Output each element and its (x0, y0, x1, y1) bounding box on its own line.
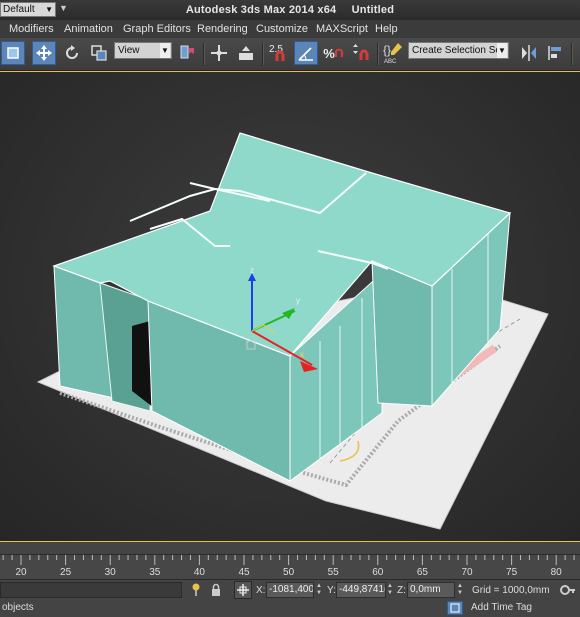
manipulate-icon (211, 45, 227, 61)
gizmo-x-label: x (300, 350, 304, 359)
svg-text:{}: {} (383, 43, 391, 57)
align-button[interactable] (544, 41, 568, 65)
title-bar: Default ▼ ▼ Autodesk 3ds Max 2014 x64 Un… (0, 0, 580, 21)
isolate-selection-toggle[interactable] (210, 583, 222, 600)
track-bar-ruler (2, 555, 575, 565)
toolbar-separator (377, 43, 379, 65)
abc-label: ABC (384, 59, 397, 65)
named-selection-icon: {} ABC (383, 43, 402, 65)
angle-snap-icon (298, 47, 313, 61)
lock-icon (212, 583, 220, 596)
align-icon (548, 46, 561, 60)
select-object-button[interactable] (1, 41, 25, 65)
spinner-snap-icon (353, 44, 369, 60)
use-pivot-center-button[interactable] (175, 41, 199, 65)
key-icon (560, 585, 575, 595)
main-toolbar: View ▼ 2.5 % {} ABC Create Selection Se (0, 38, 580, 71)
mirror-button[interactable] (517, 41, 541, 65)
menu-bar: Modifiers Animation Graph Editors Render… (0, 20, 580, 39)
grid-size-readout: Grid = 1000,0mm (472, 585, 550, 596)
percent-snap-label: % (323, 45, 335, 61)
absolute-mode-transform-button[interactable] (234, 581, 252, 599)
x-coord-spinner[interactable]: ▲ ▼ (316, 583, 324, 597)
keyboard-shortcut-override-button[interactable] (234, 41, 258, 65)
perspective-viewport[interactable]: z y x (0, 71, 580, 542)
z-coord-field[interactable]: 0,0mm (407, 582, 455, 598)
viewport-scene: z y x (36, 132, 549, 530)
menu-help[interactable]: Help (375, 23, 398, 35)
percent-snap-toggle-button[interactable]: % (321, 41, 345, 65)
select-and-rotate-button[interactable] (60, 41, 84, 65)
chevron-down-icon: ▼ (160, 43, 170, 58)
select-object-icon (7, 47, 19, 59)
named-selection-set-dropdown[interactable]: Create Selection Se ▼ (408, 42, 509, 59)
chevron-down-icon: ▼ (497, 43, 507, 58)
toolbar-separator (203, 43, 205, 65)
keyboard-override-icon (239, 46, 253, 60)
toolbar-separator (571, 43, 573, 65)
z-coord-spinner[interactable]: ▲ ▼ (457, 583, 465, 597)
maxscript-listener-mini[interactable] (0, 582, 182, 598)
scale-icon (91, 45, 107, 61)
named-selection-set-placeholder: Create Selection Se (412, 45, 501, 56)
transform-mode-icon (237, 584, 249, 596)
rotate-icon (66, 45, 78, 59)
track-bar[interactable]: 20 25 30 35 40 45 50 55 60 65 70 75 80 (0, 554, 580, 580)
status-bar: X: -1081,400( ▲ ▼ Y: -449,8741( ▲ ▼ Z: 0,0… (0, 579, 580, 602)
window-title: Autodesk 3ds Max 2014 x64 Untitled (0, 4, 580, 16)
time-tag-icon (450, 603, 460, 613)
snaps-toggle-button[interactable]: 2.5 (266, 41, 290, 65)
add-time-tag-label[interactable]: Add Time Tag (471, 602, 532, 613)
angle-snap-toggle-button[interactable] (294, 41, 318, 65)
select-and-scale-button[interactable] (87, 41, 111, 65)
mirror-icon (522, 45, 536, 61)
select-manipulate-button[interactable] (207, 41, 231, 65)
reference-coordinate-dropdown[interactable]: View ▼ (114, 42, 172, 59)
menu-customize[interactable]: Customize (256, 23, 308, 35)
pivot-center-icon (180, 45, 194, 59)
reference-coordinate-value: View (118, 45, 140, 56)
x-coord-field[interactable]: -1081,400( (266, 582, 314, 598)
spinner-snap-toggle-button[interactable] (348, 41, 372, 65)
edit-named-selection-sets-button[interactable]: {} ABC (381, 41, 405, 65)
gizmo-y-label: y (296, 296, 300, 305)
selection-lock-toggle[interactable] (190, 583, 202, 600)
y-coord-spinner[interactable]: ▲ ▼ (387, 583, 395, 597)
z-coord-label: Z: (397, 585, 406, 596)
x-coord-label: X: (256, 585, 266, 596)
document-title: Untitled (351, 4, 395, 16)
gizmo-z-label: z (250, 266, 254, 275)
move-icon (36, 45, 52, 61)
time-tag-button[interactable] (447, 601, 463, 615)
menu-animation[interactable]: Animation (64, 23, 113, 35)
menu-maxscript[interactable]: MAXScript (316, 23, 368, 35)
y-coord-label: Y: (327, 585, 336, 596)
select-and-move-button[interactable] (32, 41, 56, 65)
toolbar-separator (262, 43, 264, 65)
prompt-text: objects (2, 602, 34, 613)
menu-modifiers[interactable]: Modifiers (9, 23, 54, 35)
snap-magnet-icon: 2.5 (269, 44, 285, 61)
menu-graph-editors[interactable]: Graph Editors (123, 23, 191, 35)
app-title: Autodesk 3ds Max 2014 x64 (185, 4, 337, 16)
magnet-icon (334, 48, 343, 57)
menu-rendering[interactable]: Rendering (197, 23, 248, 35)
key-mode-toggle[interactable] (560, 583, 576, 600)
y-coord-field[interactable]: -449,8741( (336, 582, 386, 598)
prompt-line: objects Add Time Tag (0, 601, 580, 615)
pin-icon (192, 583, 200, 596)
